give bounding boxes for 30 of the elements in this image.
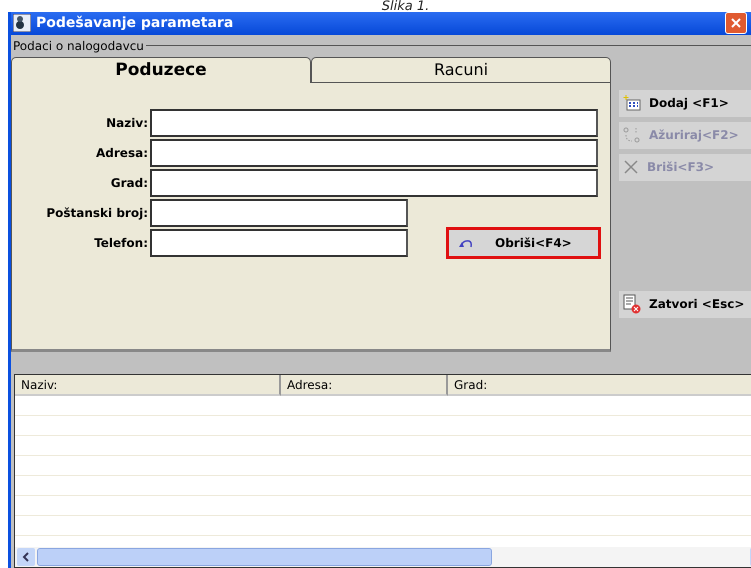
input-field[interactable] xyxy=(150,228,408,257)
field-label: Telefon: xyxy=(93,236,149,250)
undo-icon xyxy=(459,238,473,248)
column-header[interactable]: Grad: xyxy=(448,374,751,396)
app-icon xyxy=(13,14,31,32)
field-label: Grad: xyxy=(110,176,149,190)
close-button[interactable]: Zatvori <Esc> xyxy=(619,290,751,318)
tab[interactable]: Racuni xyxy=(311,56,611,83)
clear-button[interactable]: Obriši<F4> xyxy=(446,226,601,259)
figure-caption: Slika 1. xyxy=(382,2,430,12)
input-field[interactable] xyxy=(150,138,598,167)
scroll-thumb[interactable] xyxy=(37,548,492,566)
input-field[interactable] xyxy=(150,198,408,227)
column-header[interactable]: Naziv: xyxy=(15,374,281,396)
field-label: Adresa: xyxy=(95,146,149,160)
window-title: Podešavanje parametara xyxy=(36,15,234,32)
toolbar-button[interactable]: Dodaj <F1> xyxy=(619,90,751,117)
input-field[interactable] xyxy=(150,168,598,197)
tab[interactable]: Poduzece xyxy=(11,56,311,83)
scroll-left-icon[interactable] xyxy=(17,548,35,566)
field-label: Poštanski broj: xyxy=(45,206,149,220)
column-header[interactable]: Adresa: xyxy=(281,374,448,396)
input-field[interactable] xyxy=(150,108,598,137)
document-cross-icon xyxy=(623,294,641,314)
group-title: Podaci o nalogodavcu xyxy=(12,38,145,53)
close-icon[interactable] xyxy=(725,12,747,34)
field-label: Naziv: xyxy=(105,116,149,130)
cross-icon xyxy=(623,159,639,176)
grid-sparkle-icon xyxy=(623,94,641,112)
horizontal-scrollbar[interactable] xyxy=(15,547,751,567)
